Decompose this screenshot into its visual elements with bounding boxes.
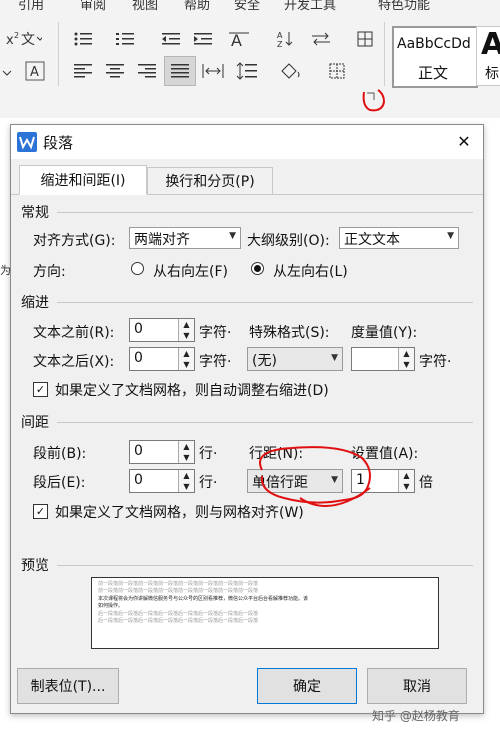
underline-annotation xyxy=(299,487,371,507)
line-spacing-circle-annotation xyxy=(259,446,371,504)
launcher-circle-annotation xyxy=(362,89,386,112)
red-annotations xyxy=(259,89,386,507)
